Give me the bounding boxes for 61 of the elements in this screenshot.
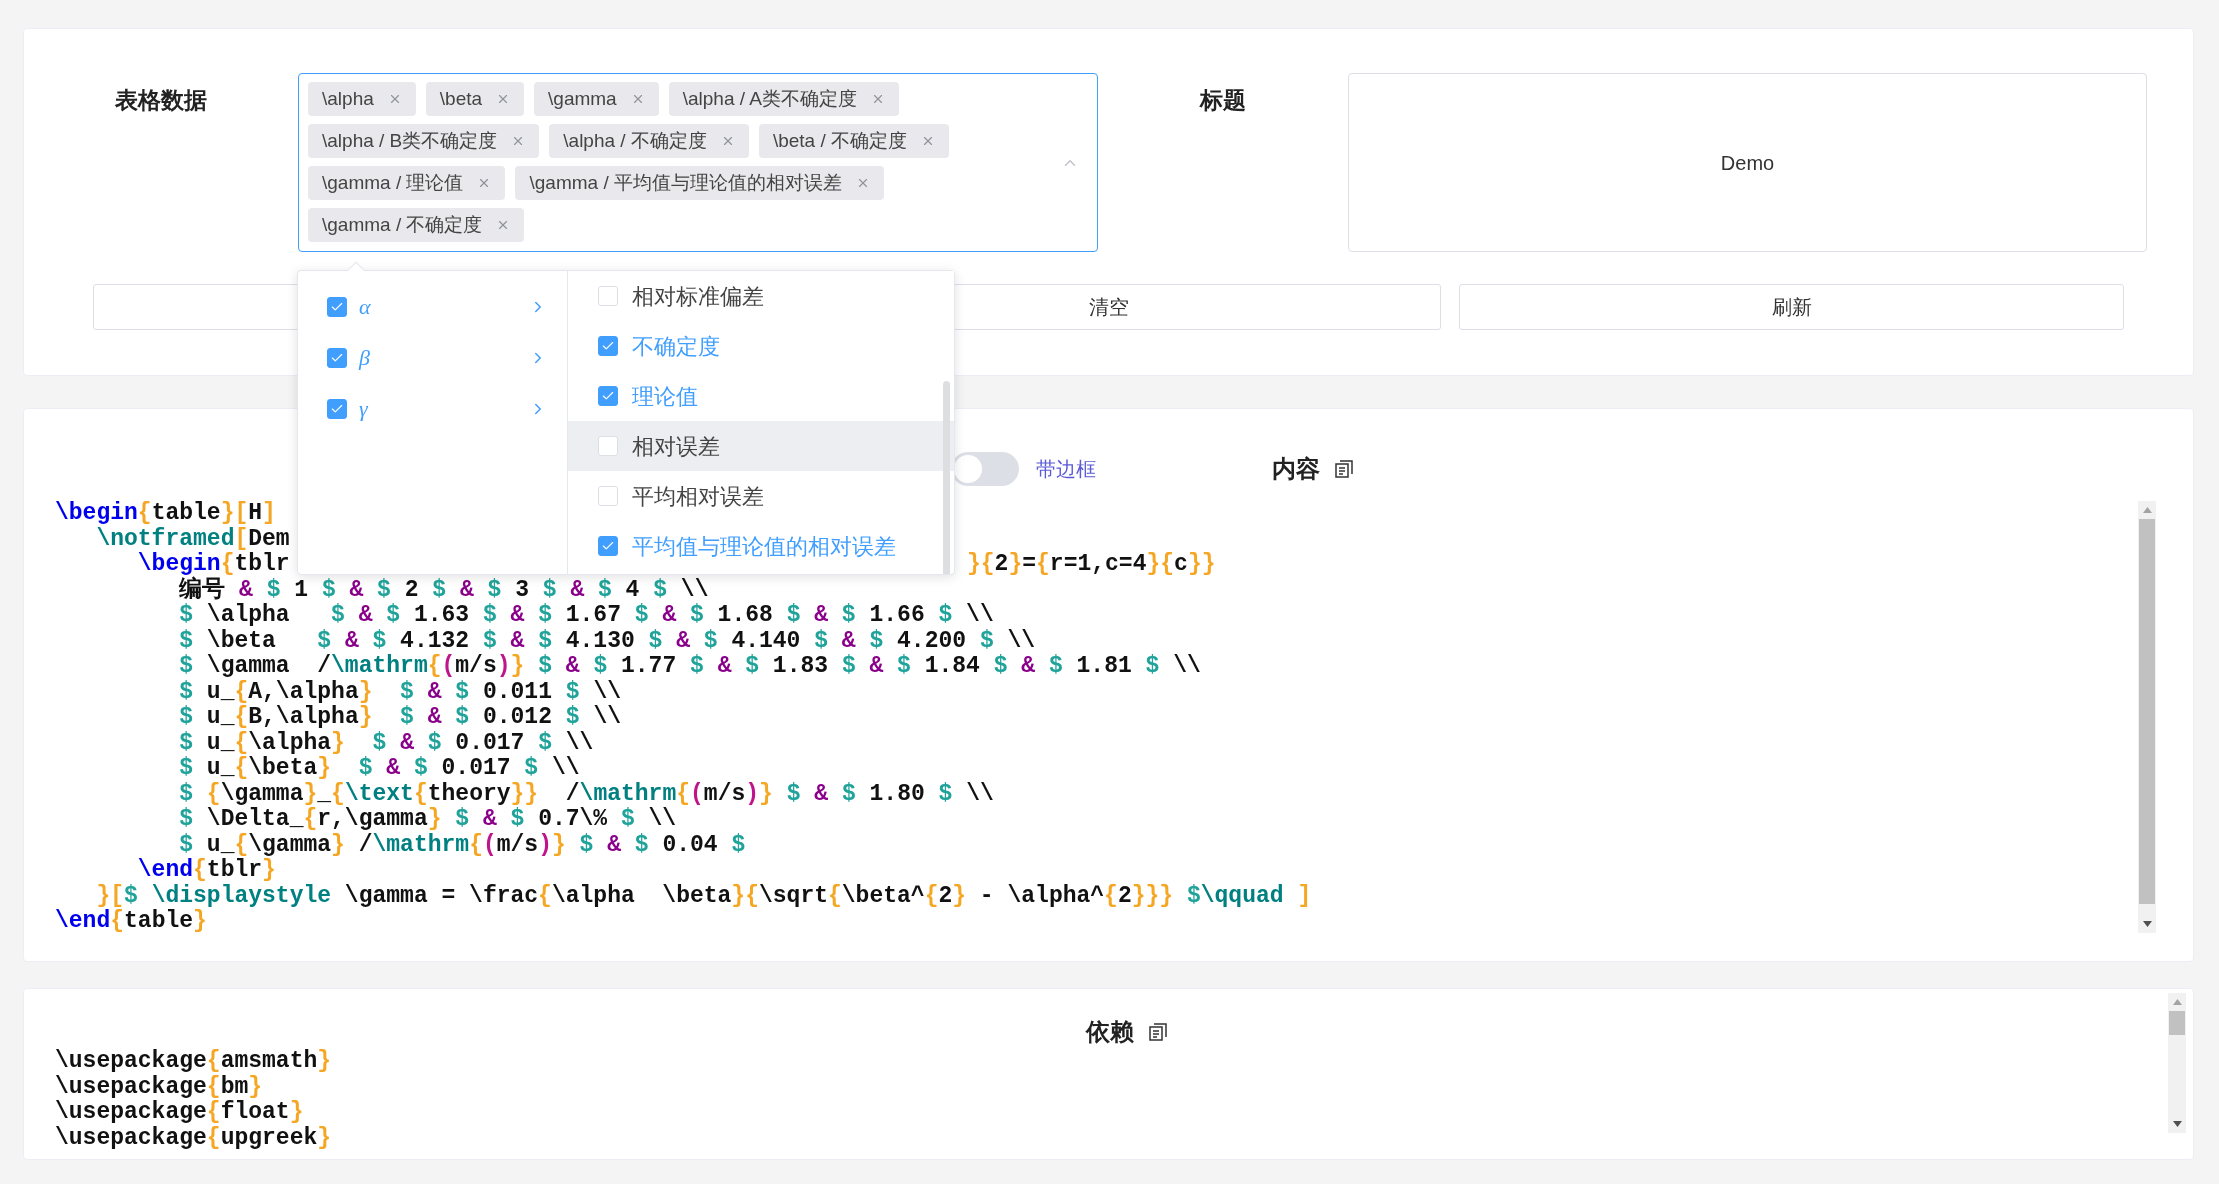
tag: \gamma (534, 82, 659, 116)
scroll-down-icon[interactable] (2172, 1121, 2182, 1127)
check-icon (601, 389, 615, 403)
checkbox[interactable] (327, 347, 347, 368)
code-line: $ \Delta_{r,\gamma} $ & $ 0.7\% $ \\ (178, 807, 677, 833)
code-line: $ \beta $ & $ 4.132 $ & $ 4.130 $ & $ 4.140 $ & $ 4.200 $ \\ (178, 628, 1036, 654)
tag: \alpha / B类不确定度 (308, 124, 540, 158)
code-line: }[$ \displaystyle \gamma = \frac{\alpha \beta}{\sqrt{\beta^{2} - \alpha^{2}}} $\qquad ] (95, 883, 1312, 909)
scrollbar-thumb[interactable] (2169, 1011, 2185, 1035)
section-heading: 内容 (1272, 454, 1320, 484)
copy-icon[interactable] (1147, 1022, 1168, 1042)
scroll-up-icon[interactable] (2142, 507, 2152, 513)
code-line: \usepackage{bm} (55, 1074, 263, 1100)
field-label: 标题 (1200, 86, 1246, 115)
tag: \alpha (308, 82, 416, 116)
tag: \gamma / 平均值与理论值的相对误差 (515, 166, 884, 200)
checkbox[interactable] (598, 386, 618, 406)
code-line: \usepackage{float} (55, 1100, 304, 1126)
code-line: $ u_{\beta} $ & $ 0.017 $ \\ (178, 756, 580, 782)
checkbox[interactable] (327, 296, 347, 317)
code-line: $ u_{\alpha} $ & $ 0.017 $ \\ (178, 730, 594, 756)
code-line: \end{table} (55, 909, 207, 935)
code-line: \notframed[Dem (95, 526, 290, 552)
code-line: $ u_{B,\alpha} $ & $ 0.012 $ \\ (178, 705, 621, 731)
check-icon (601, 339, 615, 353)
cascader-option[interactable]: 相对误差 (568, 421, 954, 471)
tag: \beta / 不确定度 (758, 124, 949, 158)
code-line: $ u_{A,\alpha} $ & $ 0.011 $ \\ (178, 679, 621, 705)
tag-select[interactable]: \alpha \beta \gamma \alpha / A类不确定度 \alpha / B类不确定度 \alpha / 不确定度 \beta / 不确定度 \gamma / 理论值 \gamma / 平均值与理论值的相对误差 \gamma / 不确定度 (298, 73, 1098, 252)
checkbox[interactable] (598, 336, 618, 356)
copy-icon[interactable] (1334, 459, 1354, 479)
code-line: $ \alpha $ & $ 1.63 $ & $ 1.67 $ & $ 1.68 $ & $ 1.66 $ \\ (178, 603, 994, 629)
code-line: \usepackage{amsmath} (55, 1049, 332, 1075)
scroll-down-icon[interactable] (2142, 921, 2152, 927)
code-line: $ u_{\gamma} /\mathrm{(m/s)} $ & $ 0.04 $ (178, 832, 746, 858)
code-line: \usepackage{upgreek} (55, 1125, 332, 1151)
toggle-label: 带边框 (1036, 457, 1096, 482)
tag: \gamma / 理论值 (308, 166, 506, 200)
scrollbar-thumb[interactable] (943, 381, 950, 574)
scrollbar[interactable] (2138, 501, 2156, 933)
checkbox[interactable] (327, 398, 347, 419)
code-line: \end{tblr} (136, 858, 276, 884)
title-field[interactable]: Demo (1348, 73, 2147, 252)
code-line: $ \gamma /\mathrm{(m/s)} $ & $ 1.77 $ & $ 1.83 $ & $ 1.84 $ & $ 1.81 $ \\ (178, 654, 1201, 680)
checkbox[interactable] (598, 536, 618, 556)
tag: \beta (425, 82, 525, 116)
tag: \gamma / 不确定度 (308, 208, 525, 242)
action-button[interactable]: 刷新 (1459, 284, 2124, 330)
scroll-up-icon[interactable] (2172, 999, 2182, 1005)
scrollbar[interactable] (2168, 993, 2186, 1133)
code-line: $ {\gamma}_{\text{theory}} /\mathrm{(m/s)} $ & $ 1.80 $ \\ (178, 781, 994, 807)
check-icon (601, 539, 615, 553)
section-heading: 依赖 (1085, 1017, 1134, 1047)
cascader-option[interactable]: 相对标准偏差 (568, 271, 954, 321)
scrollbar-thumb[interactable] (2139, 519, 2155, 904)
code-line: \begin{table}[H] (55, 501, 276, 527)
code-line: 编号 & $ 1 $ & $ 2 $ & $ 3 $ & $ 4 $ \\ (178, 577, 709, 603)
close-icon[interactable] (921, 134, 935, 148)
tag: \alpha / A类不确定度 (668, 82, 899, 116)
tag: \alpha / 不确定度 (549, 124, 749, 158)
field-label: 表格数据 (115, 86, 207, 115)
